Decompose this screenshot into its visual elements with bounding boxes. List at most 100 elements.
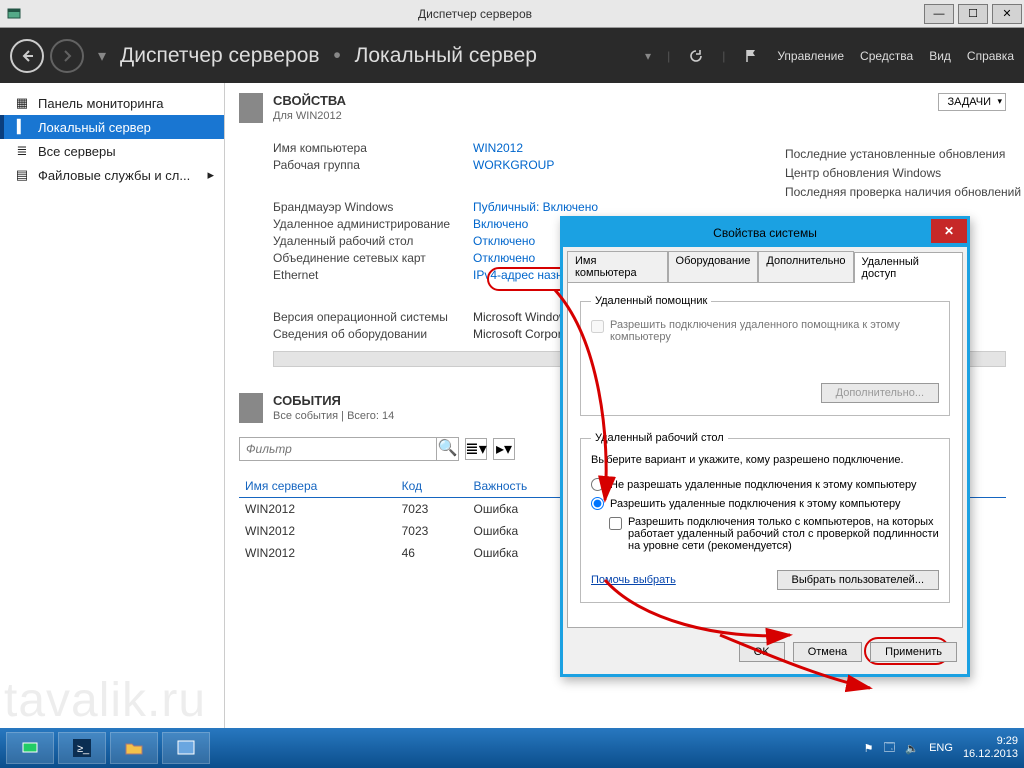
flag-icon[interactable]: [741, 46, 761, 66]
property-right-label: Последняя проверка наличия обновлений: [785, 183, 1021, 202]
app-icon: [0, 0, 28, 28]
dialog-tabs: Имя компьютераОборудованиеДополнительноУ…: [563, 247, 967, 282]
accent-block: [239, 93, 263, 123]
property-value[interactable]: Включено: [473, 217, 528, 231]
breadcrumb-root[interactable]: Диспетчер серверов: [120, 44, 320, 67]
window-title: Диспетчер серверов: [28, 7, 922, 21]
property-right-label: Центр обновления Windows: [785, 164, 1021, 183]
property-value[interactable]: WORKGROUP: [473, 158, 554, 172]
sidebar-item-3[interactable]: ▤ Файловые службы и сл... ▸: [0, 163, 224, 187]
breadcrumb: Диспетчер серверов • Локальный сервер: [120, 44, 645, 68]
sidebar-item-label: Локальный сервер: [38, 120, 151, 135]
properties-subheading: Для WIN2012: [273, 110, 346, 122]
properties-header: СВОЙСТВА Для WIN2012 ЗАДАЧИ: [239, 93, 1006, 123]
apply-button[interactable]: Применить: [870, 642, 957, 662]
dialog-title-bar[interactable]: Свойства системы ✕: [563, 219, 967, 247]
back-button[interactable]: [10, 39, 44, 73]
select-users-button[interactable]: Выбрать пользователей...: [777, 570, 940, 590]
property-value[interactable]: WIN2012: [473, 141, 523, 155]
breadcrumb-bar: ▾ Диспетчер серверов • Локальный сервер …: [0, 28, 1024, 83]
sidebar-item-2[interactable]: ≣ Все серверы: [0, 139, 224, 163]
menu-tools[interactable]: Средства: [860, 49, 913, 63]
system-properties-dialog: Свойства системы ✕ Имя компьютераОборудо…: [560, 216, 970, 677]
notifications-separator: |: [722, 49, 725, 63]
breadcrumb-expand-icon[interactable]: ▾: [645, 49, 651, 63]
allow-remote-assistant-checkbox[interactable]: [591, 320, 604, 333]
property-value[interactable]: Отключено: [473, 234, 535, 248]
property-value[interactable]: Отключено: [473, 251, 535, 265]
refresh-separator: |: [667, 49, 670, 63]
sidebar-item-label: Все серверы: [38, 144, 116, 159]
dashboard-icon: ▦: [14, 95, 30, 111]
dialog-tab-0[interactable]: Имя компьютера: [567, 251, 668, 282]
events-col-header[interactable]: Имя сервера: [239, 475, 396, 498]
table-cell: 46: [396, 542, 468, 564]
tray-flag-icon[interactable]: ⚑: [864, 742, 874, 755]
allow-remote-radio[interactable]: [591, 497, 604, 510]
dialog-title: Свойства системы: [713, 226, 817, 240]
svg-text:≥_: ≥_: [77, 743, 90, 755]
nla-checkbox[interactable]: [609, 517, 622, 530]
cancel-button[interactable]: Отмена: [793, 642, 862, 662]
sidebar-item-1[interactable]: ▍ Локальный сервер: [0, 115, 224, 139]
filter-list-icon[interactable]: ≣▾: [465, 438, 487, 460]
property-label: Ethernet: [273, 268, 473, 282]
search-icon[interactable]: 🔍: [436, 438, 458, 460]
remote-desktop-legend: Удаленный рабочий стол: [591, 432, 728, 444]
allow-remote-assistant-label: Разрешить подключения удаленного помощни…: [610, 319, 939, 343]
file-icon: ▤: [14, 167, 30, 183]
tray-network-icon[interactable]: 🗔: [883, 739, 895, 758]
minimize-button[interactable]: —: [924, 4, 954, 24]
property-label: Сведения об оборудовании: [273, 327, 473, 341]
servers-icon: ≣: [14, 143, 30, 159]
maximize-button[interactable]: ☐: [958, 4, 988, 24]
tray-time: 9:29: [963, 735, 1018, 748]
tasks-button[interactable]: ЗАДАЧИ: [938, 93, 1006, 111]
taskbar-server-manager[interactable]: [6, 732, 54, 764]
window-title-bar: Диспетчер серверов — ☐ ✕: [0, 0, 1024, 28]
table-cell: WIN2012: [239, 520, 396, 542]
sidebar-item-label: Файловые службы и сл...: [38, 168, 190, 183]
menu-help[interactable]: Справка: [967, 49, 1014, 63]
server-icon: ▍: [14, 119, 30, 135]
dialog-tab-2[interactable]: Дополнительно: [758, 251, 853, 282]
table-cell: WIN2012: [239, 542, 396, 564]
property-label: Версия операционной системы: [273, 310, 473, 324]
property-label: Имя компьютера: [273, 141, 473, 155]
table-cell: 7023: [396, 498, 468, 521]
dialog-tab-1[interactable]: Оборудование: [668, 251, 759, 282]
remote-assistant-legend: Удаленный помощник: [591, 295, 711, 307]
breadcrumb-dropdown-icon[interactable]: ▾: [92, 46, 112, 66]
forward-button[interactable]: [50, 39, 84, 73]
tray-language[interactable]: ENG: [929, 742, 953, 754]
events-subheading: Все события | Всего: 14: [273, 410, 394, 422]
help-choose-link[interactable]: Помочь выбрать: [591, 574, 676, 586]
breadcrumb-separator: •: [333, 44, 340, 67]
nla-label: Разрешить подключения только с компьютер…: [628, 516, 939, 552]
taskbar: ≥_ ⚑ 🗔 🔈 ENG 9:29 16.12.2013: [0, 728, 1024, 768]
breadcrumb-current: Локальный сервер: [355, 44, 537, 67]
menu-manage[interactable]: Управление: [777, 49, 844, 63]
deny-remote-radio[interactable]: [591, 478, 604, 491]
sidebar-item-0[interactable]: ▦ Панель мониторинга: [0, 91, 224, 115]
taskbar-powershell[interactable]: ≥_: [58, 732, 106, 764]
refresh-icon[interactable]: [686, 46, 706, 66]
advanced-button[interactable]: Дополнительно...: [821, 383, 939, 403]
chevron-right-icon: ▸: [207, 167, 214, 183]
taskbar-app[interactable]: [162, 732, 210, 764]
allow-remote-label: Разрешить удаленные подключения к этому …: [610, 498, 901, 510]
tray-sound-icon[interactable]: 🔈: [905, 742, 919, 755]
ok-button[interactable]: OK: [739, 642, 785, 662]
filter-tag-icon[interactable]: ▸▾: [493, 438, 515, 460]
sidebar-item-label: Панель мониторинга: [38, 96, 164, 111]
dialog-tab-3[interactable]: Удаленный доступ: [854, 252, 963, 283]
filter-input[interactable]: [240, 442, 436, 456]
dialog-close-button[interactable]: ✕: [931, 219, 967, 243]
taskbar-explorer[interactable]: [110, 732, 158, 764]
close-button[interactable]: ✕: [992, 4, 1022, 24]
property-value[interactable]: Публичный: Включено: [473, 200, 598, 214]
tray-clock[interactable]: 9:29 16.12.2013: [963, 735, 1018, 761]
events-heading: СОБЫТИЯ: [273, 393, 394, 408]
events-col-header[interactable]: Код: [396, 475, 468, 498]
menu-view[interactable]: Вид: [929, 49, 951, 63]
